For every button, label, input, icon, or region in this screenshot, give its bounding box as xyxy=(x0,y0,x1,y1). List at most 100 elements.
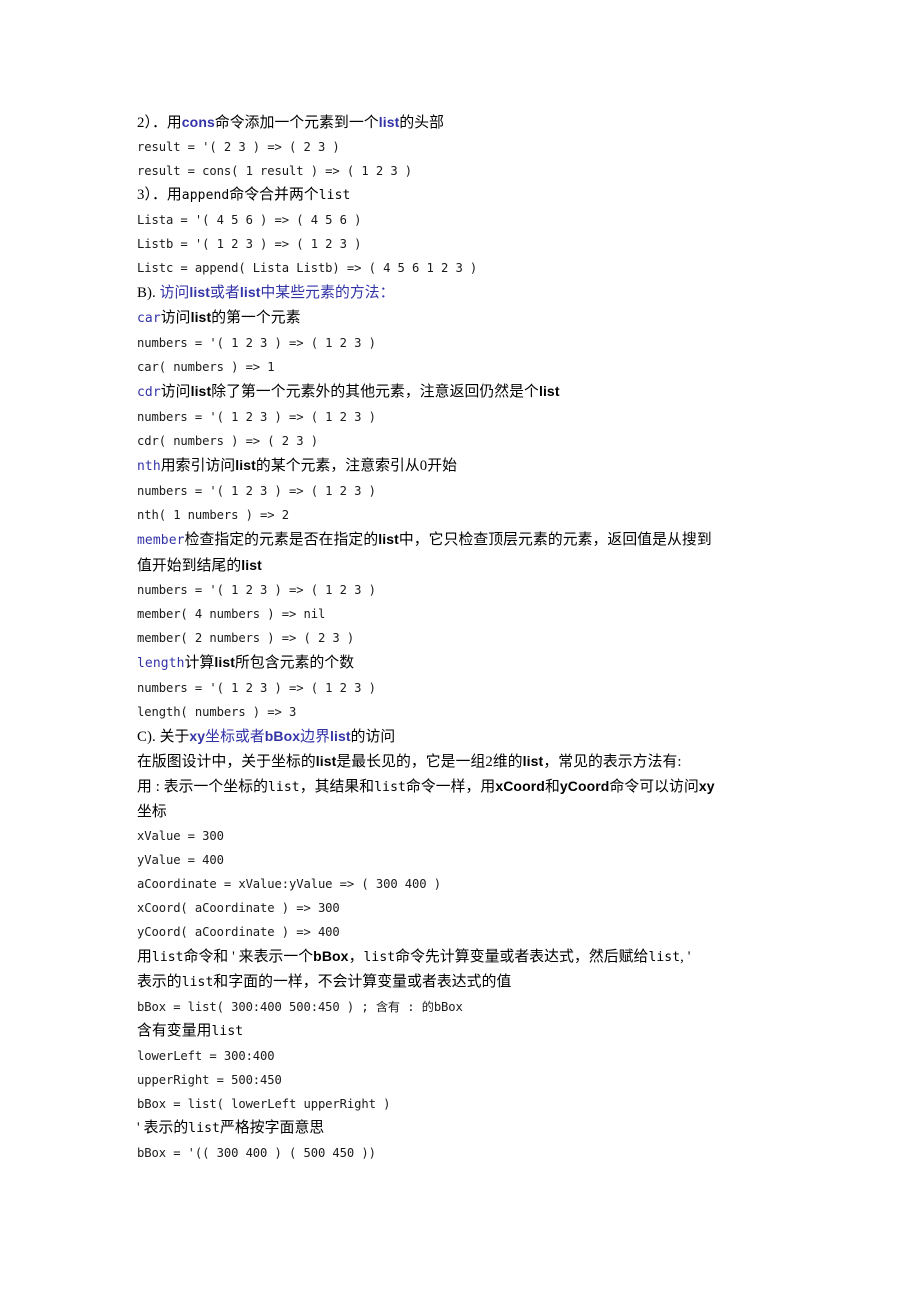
code-line: member( 2 numbers ) => ( 2 3 ) xyxy=(137,626,797,650)
code-line: Lista = '( 4 5 6 ) => ( 4 5 6 ) xyxy=(137,208,797,232)
text-run: aCoordinate = xValue:yValue => ( 300 400… xyxy=(137,877,441,891)
text-run: 坐标或者 xyxy=(205,729,265,745)
text-run: 用 : 表示一个坐标的 xyxy=(137,779,268,795)
text-run: 除了第一个元素外的其他元素，注意返回仍然是个 xyxy=(211,384,539,400)
text-run: 的第一个元素 xyxy=(211,310,301,326)
text-run: list xyxy=(378,114,400,130)
code-line: numbers = '( 1 2 3 ) => ( 1 2 3 ) xyxy=(137,405,797,429)
code-line: member( 4 numbers ) => nil xyxy=(137,602,797,626)
code-line: result = '( 2 3 ) => ( 2 3 ) xyxy=(137,135,797,159)
paragraph-line: 用 : 表示一个坐标的list，其结果和list命令一样，用xCoord和yCo… xyxy=(137,774,797,800)
description-member-cont: 值开始到结尾的list xyxy=(137,553,797,578)
text-run: 所包含元素的个数 xyxy=(235,655,355,671)
paragraph-line: 用list命令和 ' 来表示一个bBox，list命令先计算变量或者表达式，然后… xyxy=(137,944,797,970)
code-line: lowerLeft = 300:400 xyxy=(137,1044,797,1068)
heading-section-c: C). 关于xy坐标或者bBox边界list的访问 xyxy=(137,724,797,749)
text-run: bBox = '(( 300 400 ) ( 500 450 )) xyxy=(137,1146,376,1160)
code-line: yValue = 400 xyxy=(137,848,797,872)
code-line: numbers = '( 1 2 3 ) => ( 1 2 3 ) xyxy=(137,578,797,602)
text-run: bBox = list( lowerLeft upperRight ) xyxy=(137,1097,391,1111)
text-run: 在版图设计中，关于坐标的 xyxy=(137,754,316,770)
code-line: upperRight = 500:450 xyxy=(137,1068,797,1092)
code-line: aCoordinate = xValue:yValue => ( 300 400… xyxy=(137,872,797,896)
code-line: nth( 1 numbers ) => 2 xyxy=(137,503,797,527)
text-run: list xyxy=(190,309,212,325)
text-run: Lista = '( 4 5 6 ) => ( 4 5 6 ) xyxy=(137,213,362,227)
text-run: xy xyxy=(698,778,715,794)
text-run: 中，它只检查顶层元素的元素，返回值是从搜到 xyxy=(398,532,712,548)
text-run: 含有变量用 xyxy=(137,1023,212,1039)
paragraph-line: 含有变量用list xyxy=(137,1019,797,1044)
text-run: xValue = 300 xyxy=(137,829,224,843)
description-cdr: cdr访问list除了第一个元素外的其他元素，注意返回仍然是个list xyxy=(137,379,797,405)
description-member: member检查指定的元素是否在指定的list中，它只检查顶层元素的元素，返回值… xyxy=(137,527,797,553)
text-run: list xyxy=(214,654,235,670)
text-run: 用 xyxy=(137,949,152,965)
text-run: 用索引访问 xyxy=(160,458,236,474)
text-run: 命令可以访问 xyxy=(609,779,699,795)
text-run: 中某些元素的方法： xyxy=(260,285,395,301)
text-run: numbers = '( 1 2 3 ) => ( 1 2 3 ) xyxy=(137,336,376,350)
text-run: numbers = '( 1 2 3 ) => ( 1 2 3 ) xyxy=(137,484,376,498)
description-car: car访问list的第一个元素 xyxy=(137,305,797,331)
text-run: 边界 xyxy=(300,729,330,745)
text-run: 表示的 xyxy=(137,974,182,990)
paragraph-line: ' 表示的list严格按字面意思 xyxy=(137,1116,797,1141)
document-body: 2）．用cons命令添加一个元素到一个list的头部 result = '( 2 … xyxy=(137,110,797,1165)
code-line: cdr( numbers ) => ( 2 3 ) xyxy=(137,429,797,453)
text-run: length( numbers ) => 3 xyxy=(137,705,297,719)
code-line: numbers = '( 1 2 3 ) => ( 1 2 3 ) xyxy=(137,479,797,503)
code-line: bBox = list( lowerLeft upperRight ) xyxy=(137,1092,797,1116)
description-length: length计算list所包含元素的个数 xyxy=(137,650,797,676)
code-line: numbers = '( 1 2 3 ) => ( 1 2 3 ) xyxy=(137,331,797,355)
code-line: yCoord( aCoordinate ) => 400 xyxy=(137,920,797,944)
text-run: 值开始到结尾的 xyxy=(137,558,242,574)
text-run: list xyxy=(211,1024,244,1039)
text-run: member( 2 numbers ) => ( 2 3 ) xyxy=(137,631,355,645)
text-run: 和字面的一样，不会计算变量或者表达式的值 xyxy=(213,974,512,990)
paragraph-line: 在版图设计中，关于坐标的list是最长见的，它是一组2维的list，常见的表示方… xyxy=(137,749,797,774)
text-run: list xyxy=(315,753,337,769)
text-run: append xyxy=(181,188,230,203)
text-run: C). 关于 xyxy=(137,729,190,745)
text-run: list xyxy=(268,780,300,795)
text-run: 是最长见的，它是一组2维的 xyxy=(336,754,523,770)
text-run: list xyxy=(378,531,399,547)
heading-section-b: B). 访问list或者list中某些元素的方法： xyxy=(137,280,797,305)
text-run: 访问 xyxy=(160,310,191,326)
text-run: 命令合并两个 xyxy=(229,187,319,203)
text-run: 命令添加一个元素到一个 xyxy=(214,115,379,131)
text-run: nth xyxy=(137,459,161,474)
text-run: bBox = list( 300:400 500:450 ) ; 含有 : 的b… xyxy=(137,1000,463,1014)
text-run: list xyxy=(189,284,211,300)
text-run: bBox xyxy=(264,728,301,744)
text-run: 坐标 xyxy=(137,804,167,820)
text-run: 3）．用 xyxy=(137,187,182,203)
text-run: result = cons( 1 result ) => ( 1 2 3 ) xyxy=(137,164,413,178)
text-run: yValue = 400 xyxy=(137,853,224,867)
text-run: 命令一样，用 xyxy=(405,779,496,795)
text-run: 的访问 xyxy=(350,729,396,745)
paragraph-line: 表示的list和字面的一样，不会计算变量或者表达式的值 xyxy=(137,970,797,995)
text-run: 命令和 ' 来表示一个 xyxy=(183,949,314,965)
text-run: B). xyxy=(137,285,160,301)
text-run: lowerLeft = 300:400 xyxy=(137,1049,275,1063)
text-run: ， xyxy=(348,949,364,965)
text-run: ，常见的表示方法有: xyxy=(543,754,682,770)
text-run: numbers = '( 1 2 3 ) => ( 1 2 3 ) xyxy=(137,410,376,424)
text-run: numbers = '( 1 2 3 ) => ( 1 2 3 ) xyxy=(137,583,376,597)
paragraph-line: 坐标 xyxy=(137,800,797,824)
text-run: car( numbers ) => 1 xyxy=(137,360,275,374)
description-nth: nth用索引访问list的某个元素，注意索引从0开始 xyxy=(137,453,797,479)
text-run: 计算 xyxy=(184,655,215,671)
text-run: numbers = '( 1 2 3 ) => ( 1 2 3 ) xyxy=(137,681,376,695)
text-run: yCoord xyxy=(559,778,610,794)
text-run: list xyxy=(363,950,396,965)
text-run: 访问 xyxy=(159,285,190,301)
text-run: upperRight = 500:450 xyxy=(137,1073,282,1087)
code-line: car( numbers ) => 1 xyxy=(137,355,797,379)
text-run: 的头部 xyxy=(399,115,445,131)
text-run: list xyxy=(329,728,351,744)
text-run: 严格按字面意思 xyxy=(219,1120,325,1136)
code-line: length( numbers ) => 3 xyxy=(137,700,797,724)
